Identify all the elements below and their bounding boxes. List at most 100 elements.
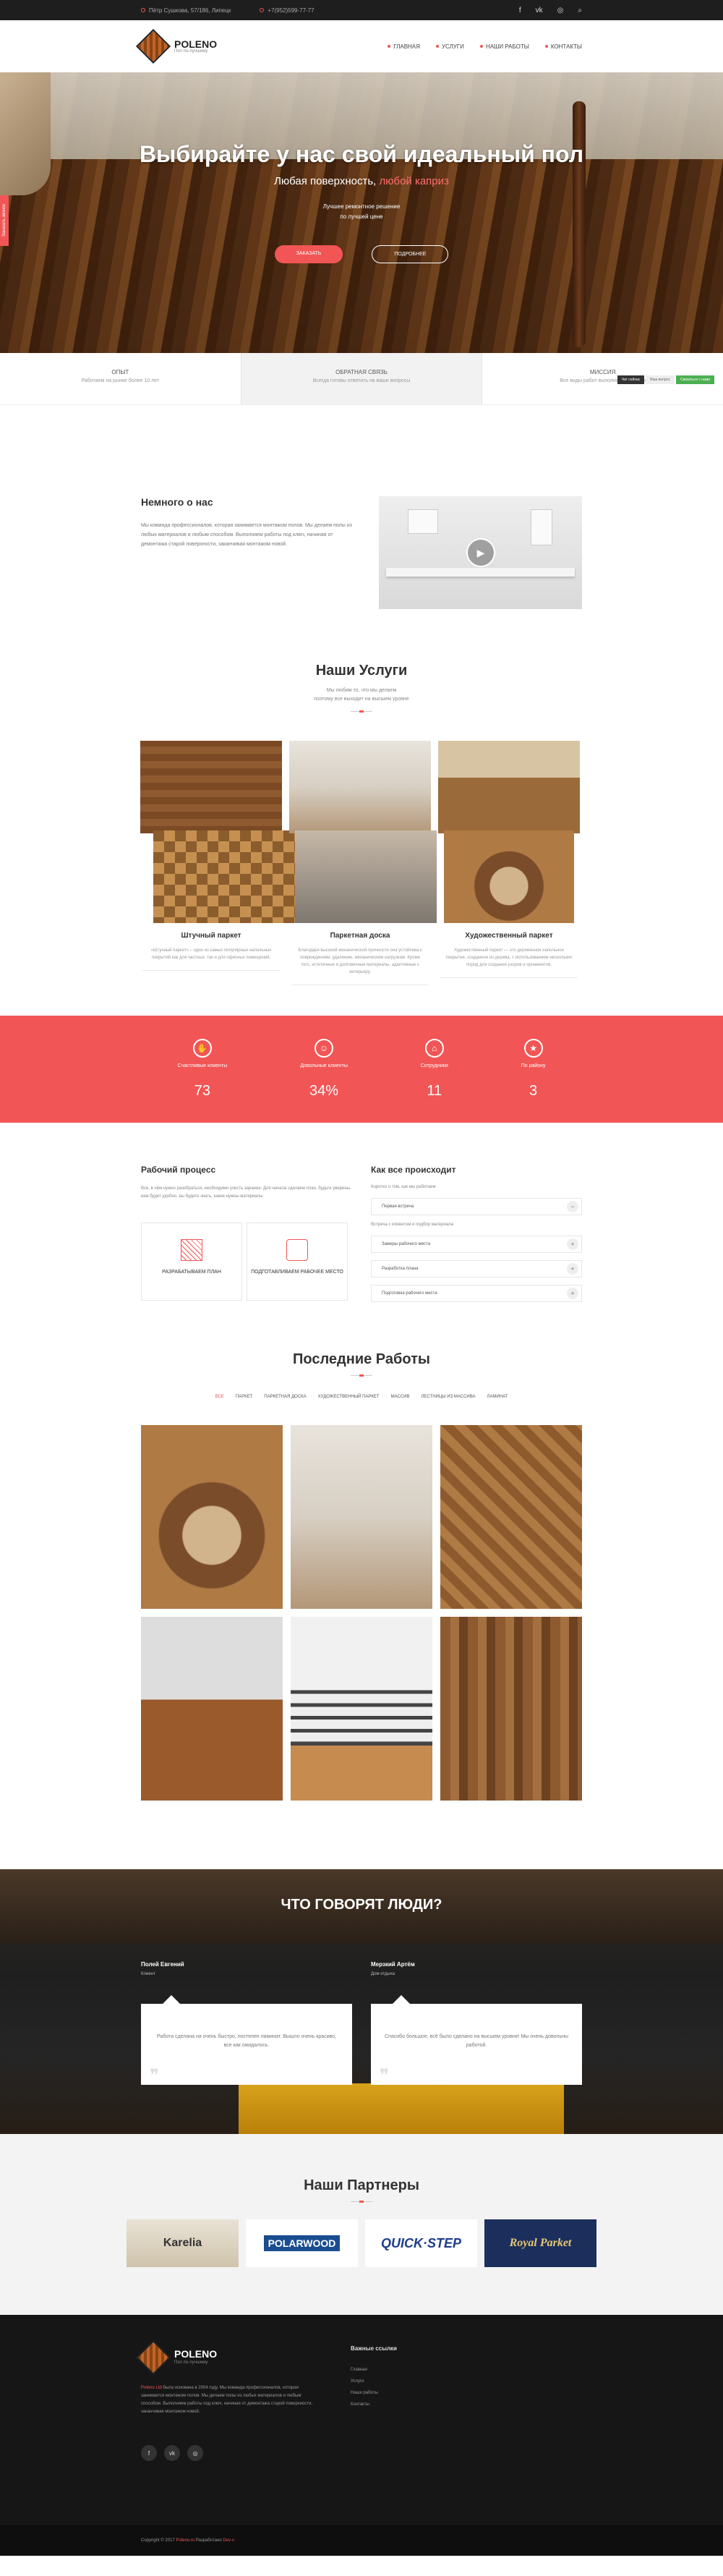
- partners-title: Наши Партнеры: [304, 2177, 419, 2193]
- logo[interactable]: POLENO Пол по-лучшему: [135, 28, 217, 64]
- footer-link[interactable]: Услуги: [351, 2379, 397, 2384]
- footer-social: f vk ◎: [141, 2445, 322, 2461]
- footer-link[interactable]: Контакты: [351, 2402, 397, 2407]
- partner-logo-polarwood[interactable]: POLARWOOD: [246, 2219, 358, 2267]
- service-title[interactable]: Художественный паркет: [438, 932, 580, 940]
- about-section: Немного о нас Мы команда профессионалов,…: [0, 405, 723, 663]
- vk-icon[interactable]: vk: [536, 7, 543, 14]
- accordion-item[interactable]: Первая встреча −: [371, 1198, 582, 1215]
- stat-item: ★ По району 3: [521, 1039, 546, 1100]
- plus-icon[interactable]: +: [567, 1238, 578, 1250]
- portfolio-title: Последние Работы: [293, 1351, 430, 1367]
- accordion-item[interactable]: Подготовка рабочего места +: [371, 1285, 582, 1302]
- stat-label: По району: [521, 1063, 546, 1068]
- strip-text: Работаем на рынке более 10 лет: [81, 378, 160, 383]
- testimonial-box: Спасибо большое, всё было сделано на выс…: [371, 1995, 582, 2086]
- strip-feedback[interactable]: ОБРАТНАЯ СВЯЗЬ Всегда готовы ответить на…: [240, 353, 483, 404]
- service-text: Благодаря высокой механической прочности…: [298, 948, 422, 974]
- more-button[interactable]: ПОДРОБНЕЕ: [372, 245, 449, 263]
- section-divider: [351, 2201, 372, 2203]
- copyright-author-link[interactable]: Dev-s: [223, 2538, 234, 2543]
- strip-title: ОПЫТ: [111, 369, 129, 375]
- service-card[interactable]: Паркетная доска Благодаря высокой механи…: [289, 741, 437, 985]
- nav-works[interactable]: НАШИ РАБОТЫ: [480, 43, 529, 50]
- instagram-icon[interactable]: ◎: [187, 2445, 203, 2461]
- facebook-icon[interactable]: f: [519, 7, 521, 14]
- accordion-item[interactable]: Разработка плана +: [371, 1260, 582, 1278]
- hero-subtitle-accent: любой каприз: [379, 175, 449, 187]
- partner-logo-karelia[interactable]: Karelia: [127, 2219, 239, 2267]
- video-shelf: [385, 568, 575, 577]
- strip-title: ОБРАТНАЯ СВЯЗЬ: [335, 369, 388, 375]
- filter-stairs[interactable]: ЛЕСТНИЦЫ ИЗ МАССИВА: [421, 1395, 475, 1399]
- portfolio-item[interactable]: [440, 1425, 582, 1609]
- about-video[interactable]: ▶: [378, 496, 582, 609]
- partner-logo-royal-parket[interactable]: Royal Parket: [484, 2219, 596, 2267]
- phone-icon: [260, 8, 265, 12]
- plus-icon[interactable]: +: [567, 1288, 578, 1299]
- step-plan[interactable]: РАЗРАБАТЫВАЕМ ПЛАН: [141, 1223, 242, 1301]
- order-button[interactable]: ЗАКАЗАТЬ: [274, 245, 343, 263]
- service-text: Художественный паркет — это деревянное н…: [445, 948, 573, 967]
- nav-contacts[interactable]: КОНТАКТЫ: [545, 43, 582, 50]
- phone-item[interactable]: +7(952)599-77-77: [260, 7, 315, 14]
- footer-link[interactable]: Главная: [351, 2368, 397, 2372]
- services-sub-2: поэтому все выходит на высшем уровне: [314, 697, 409, 702]
- portfolio-item[interactable]: [291, 1425, 432, 1609]
- service-title[interactable]: Штучный паркет: [140, 932, 282, 940]
- phone-text[interactable]: +7(952)599-77-77: [268, 7, 314, 14]
- service-image: [444, 830, 574, 923]
- instagram-icon[interactable]: ◎: [557, 7, 564, 14]
- chat-contact-button[interactable]: Связаться с нами: [675, 375, 714, 384]
- portfolio-item[interactable]: [141, 1617, 283, 1801]
- process-section: Рабочий процесс Все, в чём нужно разобра…: [0, 1123, 723, 1330]
- portfolio-item[interactable]: [440, 1617, 582, 1801]
- copyright-dev-label: Разработано: [195, 2538, 223, 2543]
- service-title[interactable]: Паркетная доска: [289, 932, 431, 940]
- stat-value: 73: [194, 1083, 210, 1099]
- about-text: Мы команда профессионалов, которая заним…: [141, 523, 352, 547]
- accordion-item[interactable]: Замеры рабочего места +: [371, 1236, 582, 1253]
- footer-logo[interactable]: POLENO Пол по-лучшему: [135, 2339, 322, 2376]
- handshake-icon: ✋: [192, 1039, 212, 1058]
- stat-value: 34%: [309, 1083, 339, 1099]
- stat-label: Сотрудники: [420, 1063, 448, 1068]
- partner-logo-quickstep[interactable]: QUICK·STEP: [365, 2219, 477, 2267]
- testimonial-name: Мерзкий Артём: [371, 1961, 415, 1968]
- accordion-label: Замеры рабочего места: [382, 1242, 431, 1246]
- address-text: Пётр Сушкова, 57/186, Липецк: [149, 7, 231, 14]
- filter-art-parquet[interactable]: ХУДОЖЕСТВЕННЫЙ ПАРКЕТ: [318, 1395, 380, 1399]
- play-icon[interactable]: ▶: [466, 538, 495, 567]
- chat-widget[interactable]: Чат сейчас Ваш вопрос Связаться с нами: [617, 375, 714, 384]
- facebook-icon[interactable]: f: [141, 2445, 157, 2461]
- chat-input[interactable]: Ваш вопрос: [646, 375, 675, 384]
- service-image-top: [438, 741, 580, 833]
- about-title: Немного о нас: [141, 496, 213, 508]
- filter-laminate[interactable]: ЛАМИНАТ: [487, 1395, 508, 1399]
- filter-massive[interactable]: МАССИВ: [391, 1395, 410, 1399]
- footer-logo-title: POLENO: [174, 2347, 218, 2360]
- filter-parquet[interactable]: ПАРКЕТ: [236, 1395, 252, 1399]
- service-card[interactable]: Художественный паркет Художественный пар…: [438, 741, 580, 985]
- copyright-site-link[interactable]: Poleno.ru: [176, 2538, 194, 2543]
- testimonial-box: Работа сделана на очень быстро, постелен…: [141, 1995, 352, 2085]
- step-workplace[interactable]: ПОДГОТАВЛИВАЕМ РАБОЧЕЕ МЕСТО: [247, 1223, 348, 1301]
- plus-icon[interactable]: +: [567, 1263, 578, 1275]
- footer-link[interactable]: Наши работы: [351, 2391, 397, 2395]
- nav-services[interactable]: УСЛУГИ: [436, 43, 464, 50]
- plan-icon: [181, 1239, 202, 1261]
- nav-home[interactable]: ГЛАВНАЯ: [388, 43, 420, 50]
- portfolio-item[interactable]: [141, 1425, 283, 1609]
- service-image: [295, 830, 437, 923]
- service-card[interactable]: Штучный паркет «Штучный паркет» – одно и…: [140, 741, 295, 985]
- vk-icon[interactable]: vk: [164, 2445, 180, 2461]
- filter-all[interactable]: ВСЕ: [215, 1395, 224, 1399]
- filter-parquet-board[interactable]: ПАРКЕТНАЯ ДОСКА: [264, 1395, 306, 1399]
- quote-icon: ❞: [380, 2066, 389, 2086]
- search-icon[interactable]: ⌕: [578, 7, 582, 14]
- minus-icon[interactable]: −: [567, 1201, 578, 1212]
- chat-label[interactable]: Чат сейчас: [617, 375, 645, 384]
- service-image-top: [140, 741, 282, 833]
- portfolio-item[interactable]: [291, 1617, 432, 1801]
- footer: POLENO Пол по-лучшему Poleno Ltd была ос…: [0, 2315, 723, 2525]
